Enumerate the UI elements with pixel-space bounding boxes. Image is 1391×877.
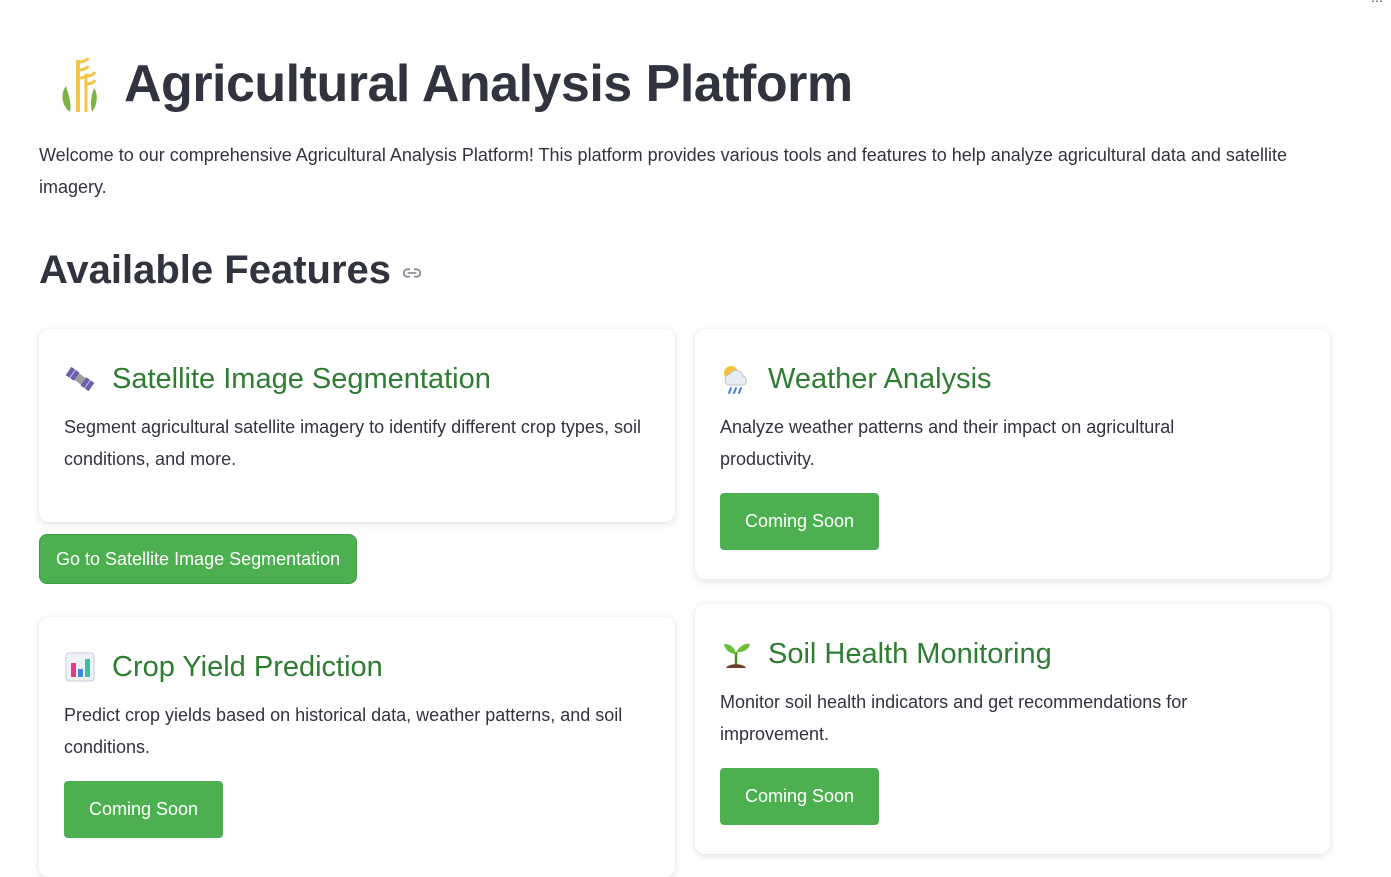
rain-cloud-icon xyxy=(724,366,747,394)
card-title: Satellite Image Segmentation xyxy=(112,362,491,395)
coming-soon-button[interactable]: Coming Soon xyxy=(720,768,880,825)
feature-card-crop-yield: Crop Yield Prediction Predict crop yield… xyxy=(39,617,675,877)
link-icon[interactable] xyxy=(401,262,423,284)
menu-dots-icon[interactable]: ⋯ xyxy=(1371,0,1385,8)
card-description: Predict crop yields based on historical … xyxy=(64,705,623,757)
feature-card-satellite: Satellite Image Segmentation Segment agr… xyxy=(39,329,675,522)
card-title: Weather Analysis xyxy=(768,362,992,395)
card-title: Soil Health Monitoring xyxy=(768,637,1052,670)
title-row: Agricultural Analysis Platform xyxy=(54,52,853,116)
coming-soon-button[interactable]: Coming Soon xyxy=(64,781,224,838)
page-title: Agricultural Analysis Platform xyxy=(124,55,853,113)
feature-card-weather: Weather Analysis Analyze weather pattern… xyxy=(695,329,1330,579)
features-heading: Available Features xyxy=(39,248,392,292)
card-title: Crop Yield Prediction xyxy=(112,650,383,683)
satellite-icon xyxy=(65,366,95,392)
card-description: Monitor soil health indicators and get r… xyxy=(720,692,1188,744)
seedling-icon xyxy=(724,643,750,668)
coming-soon-button[interactable]: Coming Soon xyxy=(720,493,880,550)
card-description: Segment agricultural satellite imagery t… xyxy=(64,417,641,469)
feature-card-soil-health: Soil Health Monitoring Monitor soil heal… xyxy=(695,604,1330,854)
go-to-segmentation-button[interactable]: Go to Satellite Image Segmentation xyxy=(39,534,358,584)
intro-text: Welcome to our comprehensive Agricultura… xyxy=(39,145,1287,197)
features-heading-row: Available Features xyxy=(39,242,423,298)
bar-chart-icon xyxy=(65,652,95,682)
wheat-icon xyxy=(62,57,97,112)
card-description: Analyze weather patterns and their impac… xyxy=(720,417,1175,469)
